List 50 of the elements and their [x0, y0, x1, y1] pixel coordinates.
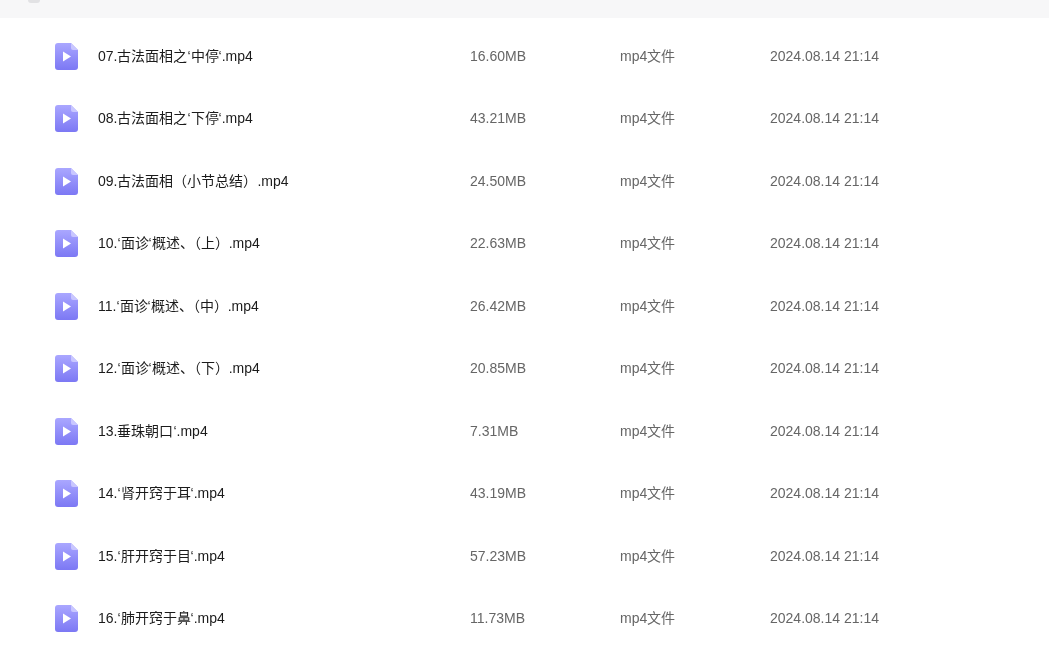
- file-name[interactable]: 16.‘肺开窍于鼻‘.mp4: [98, 608, 470, 630]
- modified-date: 2024.08.14 21:14: [770, 296, 879, 316]
- video-file-icon: [55, 542, 78, 570]
- modified-date: 2024.08.14 21:14: [770, 109, 879, 129]
- file-name[interactable]: 08.古法面相之‘下停‘.mp4: [98, 108, 470, 130]
- video-file-icon: [55, 605, 78, 633]
- file-type: mp4文件: [620, 421, 677, 441]
- modified-date: 2024.08.14 21:14: [770, 171, 879, 191]
- modified-date: 2024.08.14 21:14: [770, 46, 879, 66]
- file-size: 43.21MB: [470, 109, 528, 129]
- file-size: 20.85MB: [470, 359, 528, 379]
- file-type: mp4文件: [620, 109, 677, 129]
- file-name[interactable]: 10.‘面诊‘概述、（上）.mp4: [98, 233, 470, 255]
- video-file-icon: [55, 480, 78, 508]
- video-file-icon: [55, 417, 78, 445]
- file-name[interactable]: 15.‘肝开窍于目‘.mp4: [98, 545, 470, 567]
- video-file-icon: [55, 230, 78, 258]
- file-size: 43.19MB: [470, 484, 528, 504]
- file-type: mp4文件: [620, 171, 677, 191]
- modified-date: 2024.08.14 21:14: [770, 609, 879, 629]
- video-file-icon: [55, 292, 78, 320]
- modified-date: 2024.08.14 21:14: [770, 421, 879, 441]
- file-size: 16.60MB: [470, 46, 528, 66]
- file-type: mp4文件: [620, 46, 677, 66]
- modified-date: 2024.08.14 21:14: [770, 359, 879, 379]
- file-type: mp4文件: [620, 484, 677, 504]
- video-file-icon: [55, 355, 78, 383]
- video-file-icon: [55, 42, 78, 70]
- video-file-icon: [55, 105, 78, 133]
- file-name[interactable]: 12.‘面诊‘概述、（下）.mp4: [98, 358, 470, 380]
- file-size: 26.42MB: [470, 296, 528, 316]
- file-type: mp4文件: [620, 546, 677, 566]
- file-size: 11.73MB: [470, 609, 526, 629]
- file-size: 7.31MB: [470, 421, 520, 441]
- file-type: mp4文件: [620, 234, 677, 254]
- modified-date: 2024.08.14 21:14: [770, 546, 879, 566]
- file-type: mp4文件: [620, 359, 677, 379]
- modified-date: 2024.08.14 21:14: [770, 234, 879, 254]
- file-name[interactable]: 09.古法面相（小节总结）.mp4: [98, 170, 470, 192]
- file-name[interactable]: 13.垂珠朝口‘.mp4: [98, 420, 470, 442]
- file-name[interactable]: 07.古法面相之‘中停‘.mp4: [98, 45, 470, 67]
- file-size: 57.23MB: [470, 546, 528, 566]
- file-name[interactable]: 11.‘面诊‘概述、（中）.mp4: [98, 295, 470, 317]
- file-size: 24.50MB: [470, 171, 528, 191]
- file-name[interactable]: 14.‘肾开窍于耳‘.mp4: [98, 483, 470, 505]
- modified-date: 2024.08.14 21:14: [770, 484, 879, 504]
- file-size: 22.63MB: [470, 234, 528, 254]
- video-file-icon: [55, 167, 78, 195]
- file-type: mp4文件: [620, 296, 677, 316]
- file-type: mp4文件: [620, 609, 677, 629]
